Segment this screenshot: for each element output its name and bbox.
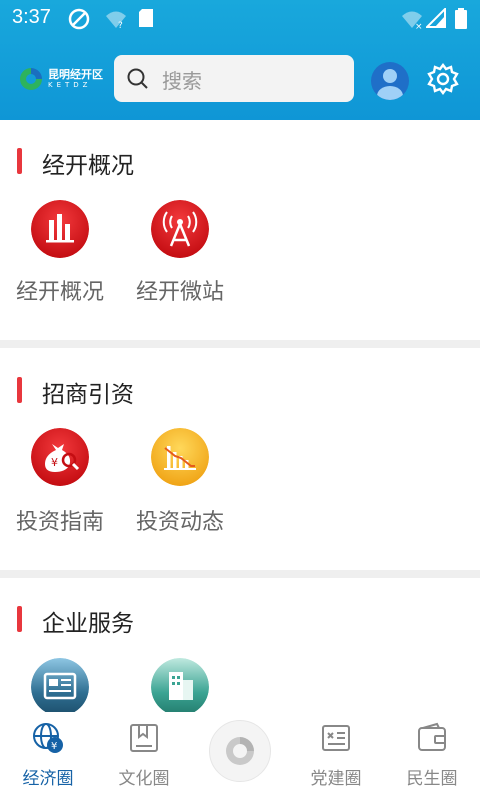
section-enterprise: 企业服务 xyxy=(0,578,480,712)
bookmark-book-icon xyxy=(130,724,158,752)
tab-culture[interactable]: 文化圈 xyxy=(96,712,192,800)
search-icon xyxy=(127,68,148,89)
tile-label: 经开微站 xyxy=(135,280,224,305)
building-icon xyxy=(151,658,209,712)
svg-text:¥: ¥ xyxy=(51,741,57,752)
status-time: 3:37 xyxy=(12,6,51,28)
section-title: 经开概况 xyxy=(42,153,134,179)
signal-icon xyxy=(426,8,446,28)
wifi-off-icon: × xyxy=(402,11,423,30)
svg-text:?: ? xyxy=(118,21,123,30)
tab-economy[interactable]: ¥ 经济圈 xyxy=(0,712,96,800)
broadcast-tower-icon xyxy=(151,200,209,258)
tile-enterprise-news[interactable] xyxy=(0,658,120,712)
tab-label: 经济圈 xyxy=(22,769,74,789)
center-home-button[interactable] xyxy=(209,720,271,782)
logo-name: 昆明经开区 xyxy=(48,68,103,81)
center-logo-icon xyxy=(226,737,254,765)
section-investment: 招商引资 ¥ 投资指南 投资动态 xyxy=(0,348,480,570)
app-logo: 昆明经开区 KETDZ xyxy=(18,64,103,94)
svg-text:¥: ¥ xyxy=(51,456,58,469)
globe-yuan-icon: ¥ xyxy=(33,723,63,753)
tile-economic-overview[interactable]: 经开概况 xyxy=(0,198,120,308)
logo-mark-icon xyxy=(20,68,42,90)
wifi-question-icon: ? xyxy=(106,11,126,30)
tile-enterprise-directory[interactable] xyxy=(120,658,240,712)
newspaper-icon xyxy=(31,658,89,712)
section-divider xyxy=(0,570,480,578)
section-divider xyxy=(0,340,480,348)
section-title: 企业服务 xyxy=(42,611,134,637)
svg-text:×: × xyxy=(415,22,423,30)
tile-micro-station[interactable]: 经开微站 xyxy=(120,198,240,308)
tile-investment-news[interactable]: 投资动态 xyxy=(120,428,240,538)
tab-livelihood[interactable]: 民生圈 xyxy=(384,712,480,800)
tab-label: 民生圈 xyxy=(406,769,458,789)
bar-chart-icon xyxy=(31,200,89,258)
section-accent-bar xyxy=(17,606,22,632)
tab-label: 党建圈 xyxy=(310,769,362,789)
tab-party[interactable]: 党建圈 xyxy=(288,712,384,800)
section-accent-bar xyxy=(17,148,22,174)
section-title: 招商引资 xyxy=(42,382,134,408)
party-board-icon xyxy=(322,725,350,751)
app-header: 3:37 ? × 昆明经开区 KETDZ 搜索 xyxy=(0,0,480,120)
tab-label: 文化圈 xyxy=(118,769,170,789)
gear-icon[interactable] xyxy=(426,62,460,96)
tile-label: 投资指南 xyxy=(15,510,104,535)
wallet-icon xyxy=(418,722,446,751)
battery-icon xyxy=(455,8,467,29)
tile-label: 经开概况 xyxy=(15,280,104,305)
tile-investment-guide[interactable]: ¥ 投资指南 xyxy=(0,428,120,538)
tile-label: 投资动态 xyxy=(135,510,224,535)
section-accent-bar xyxy=(17,377,22,403)
trend-chart-icon xyxy=(151,428,209,486)
section-overview: 经开概况 经开概况 经开微站 xyxy=(0,120,480,340)
user-icon xyxy=(377,69,403,100)
search-placeholder: 搜索 xyxy=(162,69,202,93)
search-bar[interactable]: 搜索 xyxy=(114,55,354,102)
bottom-tab-bar: ¥ 经济圈 文化圈 党建圈 民生圈 xyxy=(0,712,480,800)
sd-card-icon xyxy=(139,9,153,27)
avatar[interactable] xyxy=(371,62,409,100)
logo-subtitle: KETDZ xyxy=(48,81,92,89)
money-bag-search-icon: ¥ xyxy=(31,428,89,486)
sync-icon xyxy=(68,8,90,30)
status-bar: 3:37 ? × xyxy=(0,0,480,36)
